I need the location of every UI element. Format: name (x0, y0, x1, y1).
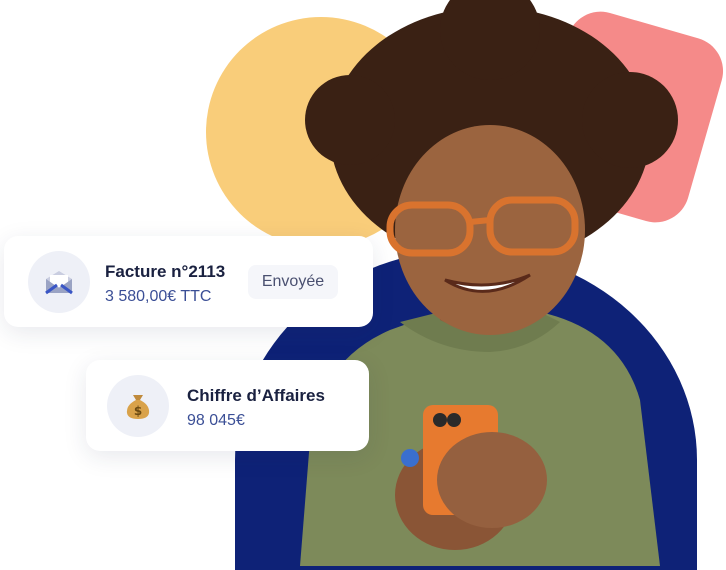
revenue-title: Chiffre d’Affaires (187, 386, 325, 405)
envelope-icon (45, 271, 73, 295)
svg-text:$: $ (134, 404, 142, 418)
invoice-card[interactable]: Facture n°2113 3 580,00€ TTC Envoyée (4, 236, 373, 327)
revenue-amount: 98 045€ (187, 412, 245, 429)
revenue-icon-circle: $ (107, 375, 169, 437)
status-badge: Envoyée (248, 265, 338, 299)
money-bag-icon: $ (126, 395, 150, 419)
invoice-title: Facture n°2113 (105, 262, 226, 281)
hero-illustration: Facture n°2113 3 580,00€ TTC Envoyée $ C… (0, 0, 726, 570)
revenue-card[interactable]: $ Chiffre d’Affaires 98 045€ (86, 360, 369, 451)
invoice-icon-circle (28, 251, 90, 313)
invoice-amount: 3 580,00€ TTC (105, 288, 212, 305)
